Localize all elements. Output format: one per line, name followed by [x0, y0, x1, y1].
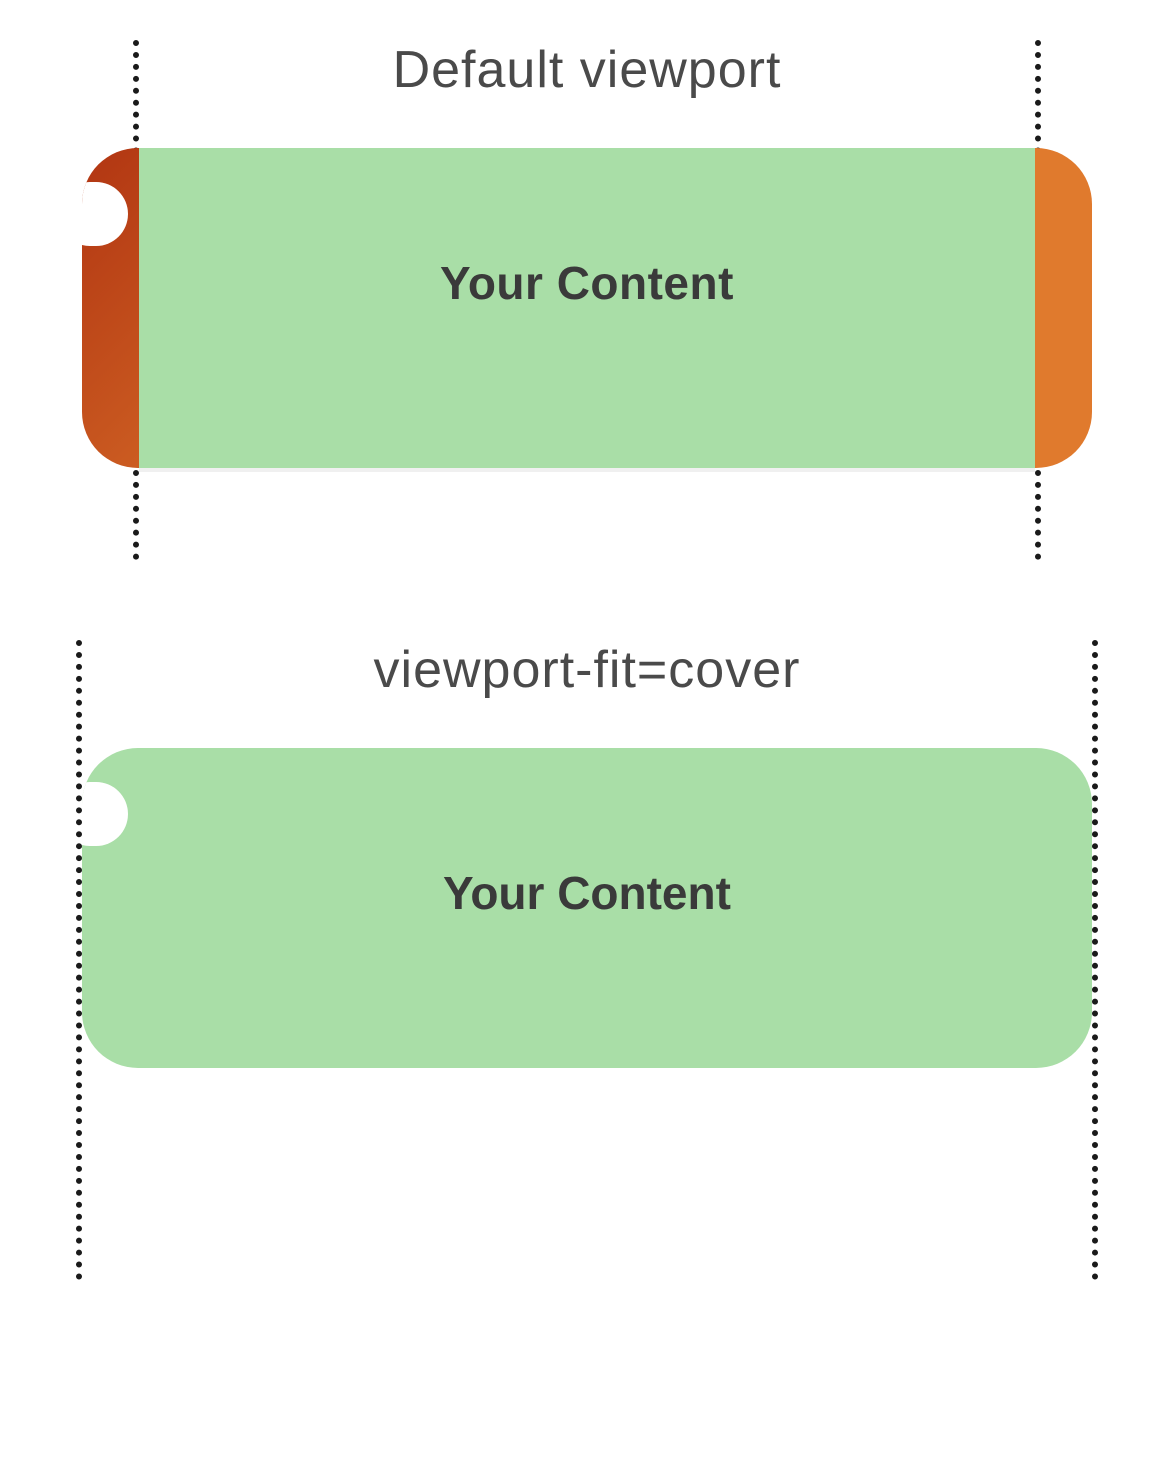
section-viewport-fit-cover: viewport-fit=cover Your Content: [0, 640, 1174, 1280]
section-default-viewport: Default viewport Your Content: [0, 40, 1174, 560]
content-label-cover: Your Content: [82, 866, 1092, 920]
section-default-title: Default viewport: [0, 40, 1174, 100]
device-notch-icon: [82, 182, 128, 246]
device-notch-icon: [82, 782, 128, 846]
section-cover-title: viewport-fit=cover: [0, 640, 1174, 700]
device-edge-guide-right: [1092, 640, 1098, 1280]
content-label-default: Your Content: [440, 256, 734, 310]
device-frame-cover: Your Content: [82, 748, 1092, 1068]
content-region-default: Your Content: [139, 148, 1035, 468]
